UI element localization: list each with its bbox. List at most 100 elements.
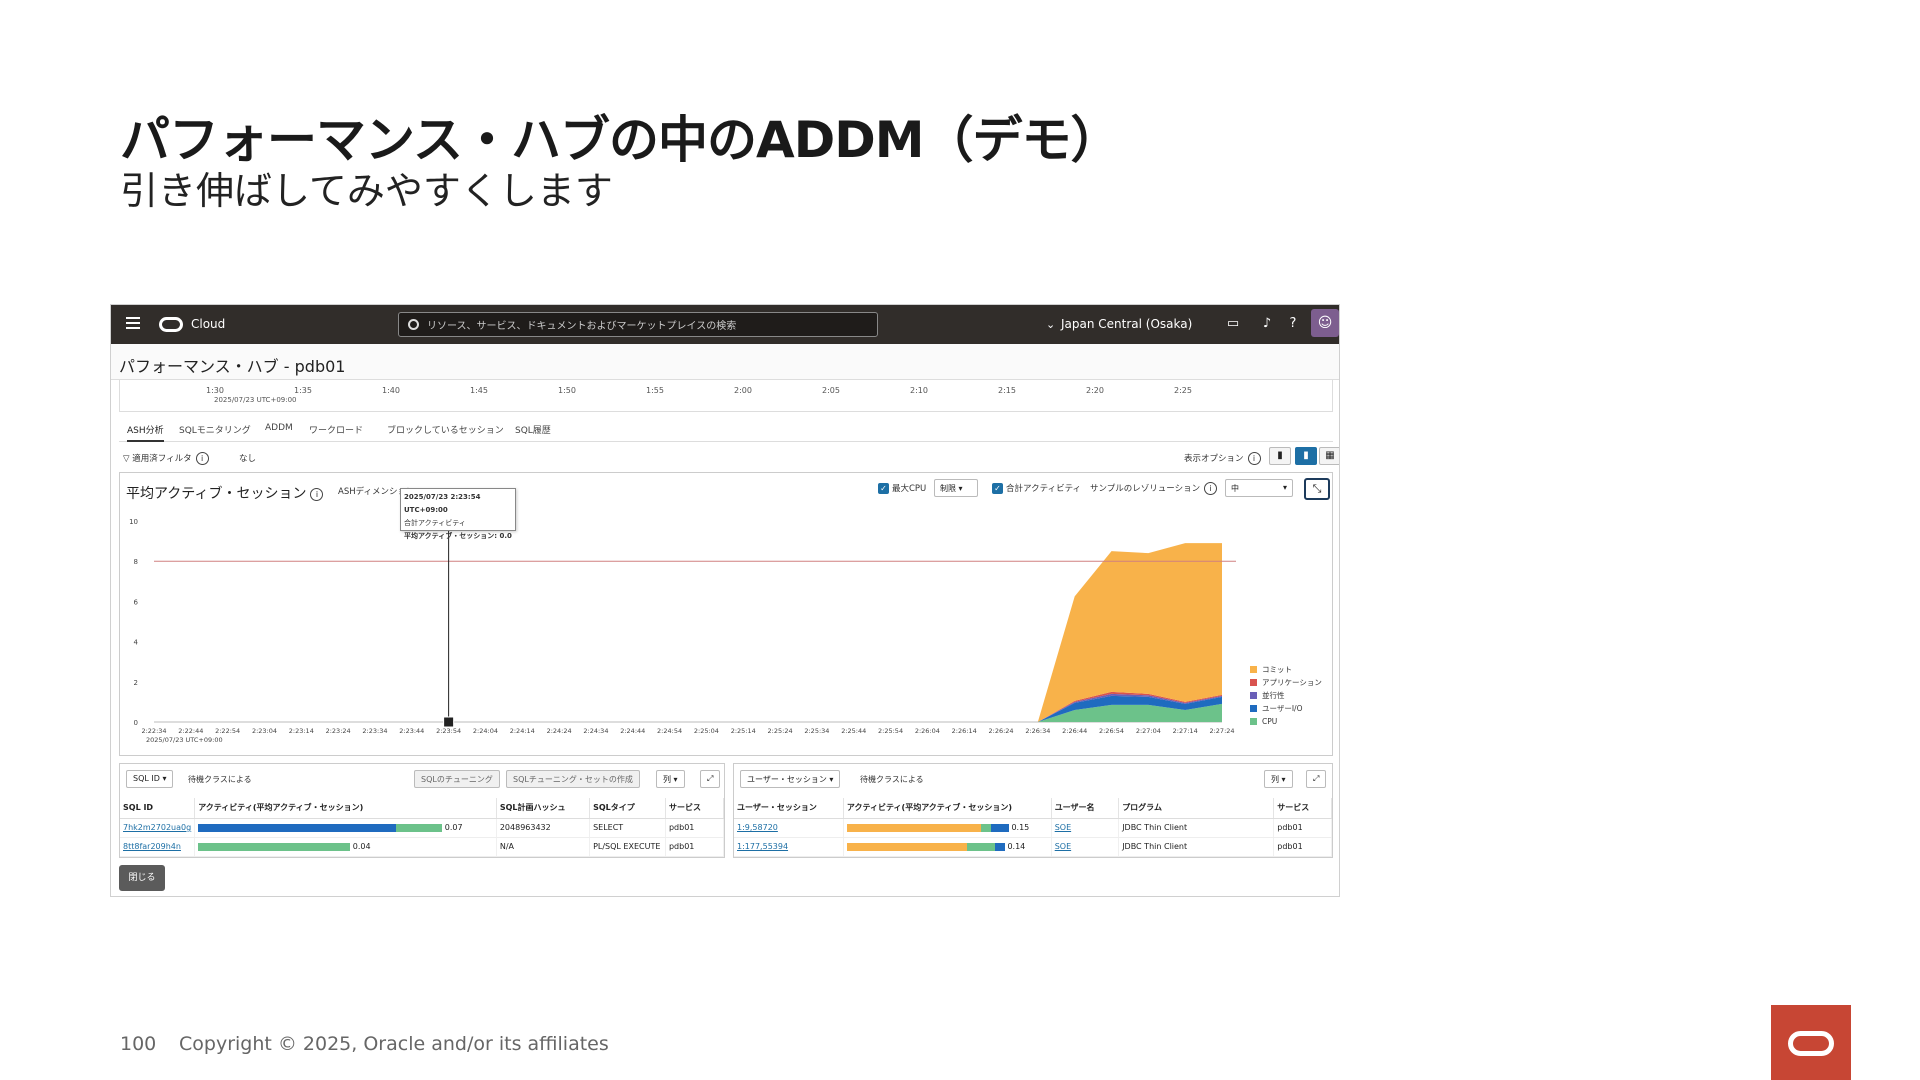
cloud-brand[interactable]: Cloud [191,317,225,331]
y-tick-label: 0 [134,719,138,727]
table-header-row: ユーザー・セッション アクティビティ(平均アクティブ・セッション) ユーザー名 … [734,798,1332,819]
sql-id-select[interactable]: SQL ID ▾ [126,770,174,788]
search-input[interactable]: リソース、サービス、ドキュメントおよびマーケットプレイスの検索 [398,312,878,337]
service-cell: pdb01 [1273,837,1332,857]
sql-tuning-button[interactable]: SQLのチューニング [414,770,500,788]
legend-item-concurrency[interactable]: 並行性 [1250,689,1322,702]
help-icon[interactable]: ? [1284,315,1302,333]
session-link[interactable]: 1:177,55394 [737,842,788,851]
legend-swatch [1250,692,1257,699]
sql-id-link[interactable]: 7hk2m2702ua0g [123,823,191,832]
overview-tick: 2:00 [734,386,752,395]
sql-grid-panel: SQL ID ▾ 待機クラスによる SQLのチューニング SQLチューニング・セ… [119,763,725,858]
table-row[interactable]: 1:177,55394 0.14 SOE JDBC Thin Client pd… [734,837,1332,857]
tooltip-series: 合計アクティビティ [404,519,466,527]
session-link[interactable]: 1:9,58720 [737,823,778,832]
oracle-logo-icon[interactable] [159,317,183,332]
filter-row: ▽ 適用済フィルタ i なし 表示オプション i ▮ ▮ ▦ [119,445,1339,471]
x-tick-label: 2:26:54 [1099,727,1124,735]
page-number: 100 [120,1033,157,1055]
column-header[interactable]: プログラム [1118,798,1275,819]
area-chart-view-icon[interactable]: ▮ [1295,447,1317,465]
x-tick-label: 2:23:54 [436,727,461,735]
region-selector[interactable]: Japan Central (Osaka) [1061,317,1192,331]
legend-swatch [1250,705,1257,712]
column-header[interactable]: アクティビティ(平均アクティブ・セッション) [843,798,1052,819]
tab-ash-analysis[interactable]: ASH分析 [127,423,164,442]
overview-timeline[interactable]: 1:30 1:35 1:40 1:45 1:50 1:55 2:00 2:05 … [119,380,1333,412]
tab-sql-history[interactable]: SQL履歴 [515,423,551,436]
column-header[interactable]: ユーザー名 [1051,798,1120,819]
column-header[interactable]: SQL計画ハッシュ [496,798,591,819]
column-header[interactable]: SQLタイプ [589,798,666,819]
create-tuning-set-button[interactable]: SQLチューニング・セットの作成 [506,770,640,788]
ash-area-chart[interactable]: 0 2 4 6 8 10 2:22:34 2:22:44 2:22:54 2:23:04 2:23:… [120,473,1334,757]
column-header[interactable]: SQL ID [120,798,196,819]
tab-sql-monitoring[interactable]: SQLモニタリング [179,423,251,436]
slide-subtitle: 引き伸ばしてみやすくします [120,169,613,213]
info-icon[interactable]: i [195,452,209,465]
column-header[interactable]: アクティビティ(平均アクティブ・セッション) [194,798,497,819]
column-header[interactable]: サービス [1273,798,1332,819]
overview-tick: 2:20 [1086,386,1104,395]
column-header[interactable]: ユーザー・セッション [734,798,844,819]
table-header-row: SQL ID アクティビティ(平均アクティブ・セッション) SQL計画ハッシュ … [120,798,724,819]
y-tick-label: 8 [134,558,138,566]
table-row[interactable]: 1:9,58720 0.15 SOE JDBC Thin Client pdb0… [734,818,1332,838]
x-tick-label: 2:26:24 [989,727,1014,735]
chevron-down-icon[interactable]: ⌄ [1046,318,1055,331]
menu-icon[interactable] [126,317,140,331]
oracle-ring-icon [1788,1031,1834,1056]
x-tick-label: 2:25:04 [694,727,719,735]
profile-avatar[interactable]: ☺ [1311,309,1339,337]
applied-filter-value: なし [239,454,257,464]
view-options-label[interactable]: 表示オプション i [1184,452,1261,465]
service-cell: pdb01 [1273,818,1332,838]
x-tick-label: 2:25:34 [804,727,829,735]
x-tick-label: 2:24:24 [547,727,572,735]
username-link[interactable]: SOE [1055,842,1071,851]
tab-workload[interactable]: ワークロード [309,423,363,436]
x-tick-label: 2:24:34 [583,727,608,735]
user-session-select[interactable]: ユーザー・セッション ▾ [740,770,841,788]
bar-chart-view-icon[interactable]: ▮ [1269,447,1291,465]
bell-icon[interactable]: ♪ [1258,315,1276,333]
x-tick-label: 2:22:44 [178,727,203,735]
columns-select[interactable]: 列 ▾ [656,770,685,788]
x-tick-label: 2:23:04 [252,727,277,735]
table-row[interactable]: 8tt8far209h4n 0.04 N/A PL/SQL EXECUTE pd… [120,837,724,857]
tab-addm[interactable]: ADDM [265,423,293,433]
info-icon[interactable]: i [1247,452,1261,465]
activity-bar-segment [846,823,981,832]
page-header: パフォーマンス・ハブ - pdb01 [111,344,1339,380]
average-active-sessions-panel: 平均アクティブ・セッション i ASHディメンション ✓ 最大CPU 制限 ▾ ✓ 合… [119,472,1333,756]
slide: パフォーマンス・ハブの中のADDM（デモ） 引き伸ばしてみやすくします Clou… [0,0,1920,1080]
program-cell: JDBC Thin Client [1118,818,1275,838]
y-tick-label: 10 [129,518,138,526]
username-link[interactable]: SOE [1055,823,1071,832]
close-button[interactable]: 閉じる [119,865,165,891]
legend-item-commit[interactable]: コミット [1250,663,1322,676]
x-tick-label: 2:24:14 [510,727,535,735]
x-tick-label: 2:25:54 [878,727,903,735]
cloud-shell-icon[interactable]: ▭ [1224,315,1242,333]
table-row[interactable]: 7hk2m2702ua0g 0.07 2048963432 SELECT pdb… [120,818,724,838]
applied-filter-label[interactable]: ▽ 適用済フィルタ i [123,452,209,465]
legend-item-user-io[interactable]: ユーザーI/O [1250,702,1322,715]
columns-select[interactable]: 列 ▾ [1264,770,1293,788]
expand-icon[interactable]: ⤢ [700,770,721,788]
table-view-icon[interactable]: ▦ [1319,447,1339,465]
sql-id-link[interactable]: 8tt8far209h4n [123,842,181,851]
x-tick-label: 2:23:24 [326,727,351,735]
legend-item-application[interactable]: アプリケーション [1250,676,1322,689]
tab-blocking-sessions[interactable]: ブロックしているセッション [387,423,504,436]
column-header[interactable]: サービス [665,798,724,819]
activity-bar-cell: 0.14 [843,837,1052,857]
sql-table: SQL ID アクティビティ(平均アクティブ・セッション) SQL計画ハッシュ … [120,798,724,857]
session-grid-toolbar: ユーザー・セッション ▾ 待機クラスによる 列 ▾ ⤢ [734,764,1332,794]
session-table: ユーザー・セッション アクティビティ(平均アクティブ・セッション) ユーザー名 … [734,798,1332,857]
x-tick-label: 2:27:04 [1136,727,1161,735]
legend-swatch [1250,666,1257,673]
expand-icon[interactable]: ⤢ [1306,770,1327,788]
legend-item-cpu[interactable]: CPU [1250,715,1322,728]
